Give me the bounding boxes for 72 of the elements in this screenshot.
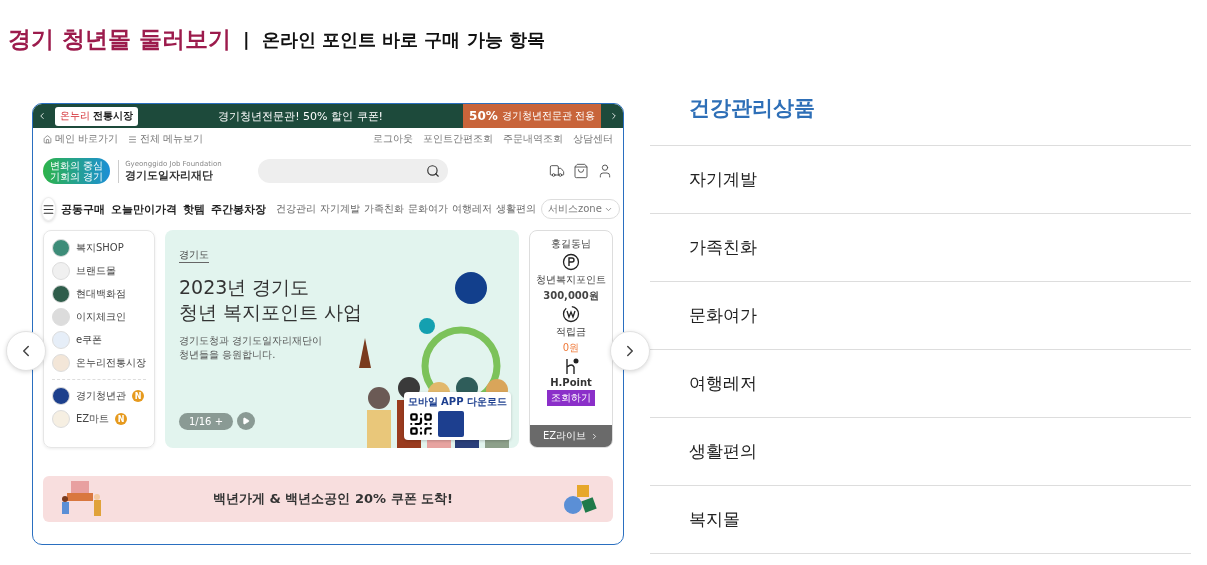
- menu-lines-icon: [128, 134, 138, 144]
- new-badge: N: [115, 413, 128, 425]
- banner-text: 경기청년전문관! 50% 할인 쿠폰!: [217, 108, 384, 124]
- main-nav-link[interactable]: 주간봉차장: [211, 201, 266, 217]
- reserve-value: 0원: [562, 341, 580, 355]
- ez-live-link[interactable]: EZ라이브: [530, 425, 612, 447]
- shop-link[interactable]: 현대백화점: [52, 285, 146, 303]
- search-field[interactable]: [257, 159, 448, 183]
- menu-button[interactable]: [41, 197, 56, 221]
- slogan-badge: 변화의 중심 기회의 경기: [43, 158, 111, 184]
- points-label: 청년복지포인트: [536, 273, 606, 287]
- menu-icon: [42, 202, 55, 216]
- category-item[interactable]: 문화여가: [650, 282, 1191, 350]
- category-nav-link[interactable]: 여행레저: [452, 202, 492, 216]
- app-download-title: 모바일 APP 다운로드: [407, 395, 507, 409]
- service-dropdown[interactable]: 서비스zone: [541, 199, 620, 219]
- market-logo: 온누리 전통시장: [55, 106, 138, 126]
- hero-description: 경기도청과 경기도일자리재단이 청년들을 응원합니다.: [179, 334, 324, 362]
- utility-link[interactable]: 포인트간편조회: [423, 132, 493, 146]
- reserve-label: 적립금: [556, 325, 586, 339]
- utility-link[interactable]: 주문내역조회: [503, 132, 563, 146]
- play-button[interactable]: [237, 412, 255, 430]
- category-item[interactable]: 가족친화: [650, 214, 1191, 282]
- chevron-right-icon[interactable]: [609, 111, 619, 121]
- home-icon: [43, 134, 52, 144]
- category-nav-link[interactable]: 가족친화: [364, 202, 404, 216]
- category-item[interactable]: 생활편의: [650, 418, 1191, 486]
- hero-eyebrow: 경기도: [179, 248, 209, 263]
- won-coin-icon: [562, 305, 580, 323]
- category-nav-link[interactable]: 생활편의: [496, 202, 536, 216]
- shop-link[interactable]: EZ마트 N: [52, 410, 146, 428]
- category-item[interactable]: 건강관리상품: [650, 70, 1191, 146]
- promo-text: 백년가게 & 백년소공인 20% 쿠폰 도착!: [212, 490, 454, 508]
- bag-icon[interactable]: [573, 163, 589, 179]
- shop-link[interactable]: 브랜드몰: [52, 262, 146, 280]
- play-icon: [242, 417, 250, 425]
- app-icon: [437, 411, 464, 437]
- utility-link[interactable]: 상담센터: [573, 132, 613, 146]
- user-icon[interactable]: [597, 163, 613, 179]
- main-nav-link[interactable]: 공동구매: [61, 201, 105, 217]
- hpoint-lookup-button[interactable]: 조회하기: [547, 390, 595, 406]
- page-title: 경기 청년몰 둘러보기: [8, 25, 231, 54]
- category-item[interactable]: 여행레저: [650, 350, 1191, 418]
- hero-title: 2023년 경기도 청년 복지포인트 사업: [179, 275, 364, 325]
- shop-link[interactable]: 이지체크인: [52, 308, 146, 326]
- category-item[interactable]: 복지몰: [650, 486, 1191, 554]
- page-subtitle: 온라인 포인트 바로 구매 가능 항목: [261, 27, 545, 52]
- title-separator: |: [243, 29, 250, 50]
- chevron-left-icon[interactable]: [37, 111, 47, 121]
- coupon-graphic: 50% 경기청년전문관 전용: [463, 104, 601, 128]
- search-icon: [425, 164, 440, 178]
- main-nav-link[interactable]: 핫템: [183, 201, 205, 217]
- category-item[interactable]: 자기계발: [650, 146, 1191, 214]
- category-nav-link[interactable]: 자기계발: [320, 202, 360, 216]
- point-coin-icon: [562, 253, 580, 271]
- shop-link[interactable]: 복지SHOP: [52, 239, 146, 257]
- truck-icon[interactable]: [549, 163, 565, 179]
- main-nav-link[interactable]: 오늘만이가격: [111, 201, 177, 217]
- logo-name: 경기도일자리재단: [125, 168, 215, 183]
- qr-code-icon: [407, 411, 434, 437]
- hpoint-label: H.Point: [550, 377, 592, 388]
- user-greeting: 홍길동님: [551, 237, 591, 251]
- shop-link[interactable]: 온누리전통시장: [52, 354, 146, 372]
- utility-link[interactable]: 메인 바로가기: [43, 132, 119, 146]
- utility-link[interactable]: 전체 메뉴보기: [128, 132, 204, 146]
- shop-link[interactable]: e쿠폰: [52, 331, 146, 349]
- points-value: 300,000원: [543, 289, 599, 303]
- category-nav-link[interactable]: 건강관리: [276, 202, 316, 216]
- utility-link[interactable]: 로그아웃: [373, 132, 413, 146]
- category-nav-link[interactable]: 문화여가: [408, 202, 448, 216]
- new-badge: N: [132, 390, 144, 402]
- shop-link[interactable]: 경기청년관 N: [52, 387, 146, 405]
